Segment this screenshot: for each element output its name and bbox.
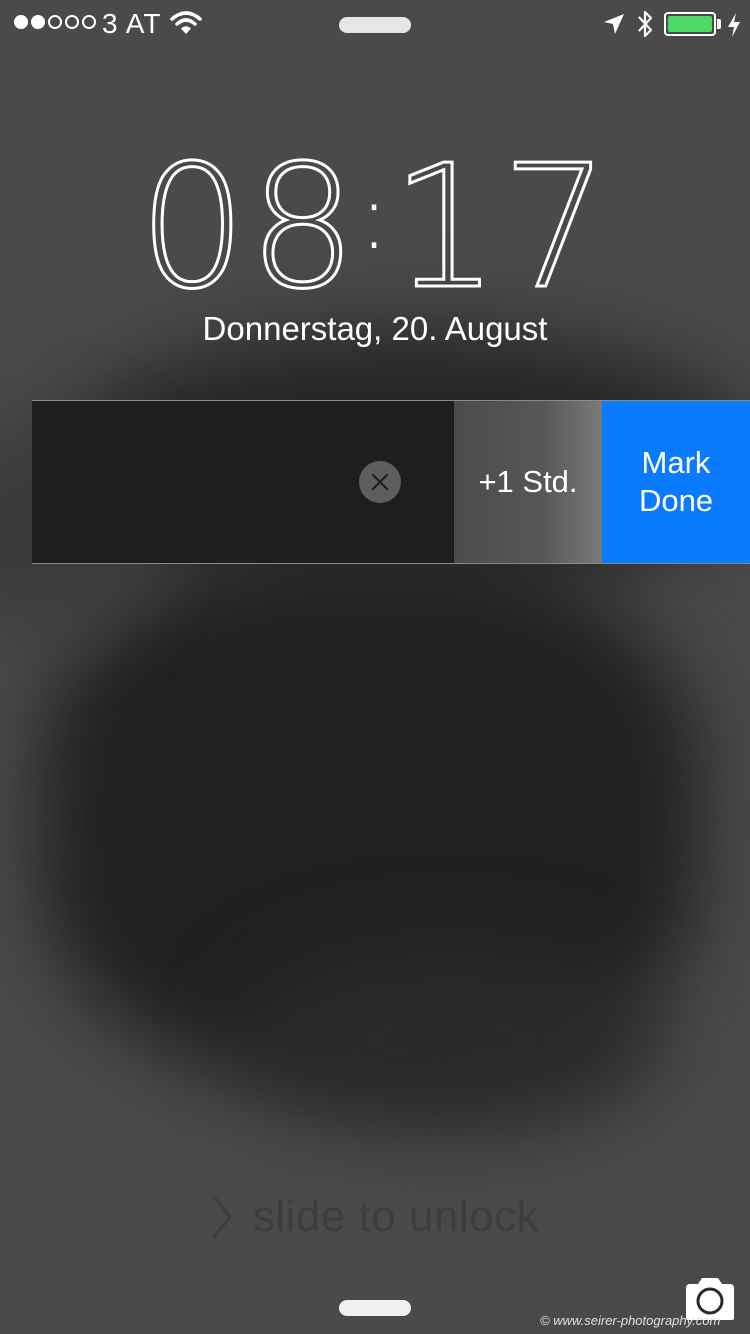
watermark: © www.seirer-photography.com — [540, 1313, 721, 1328]
signal-dot — [48, 15, 62, 29]
bluetooth-icon — [638, 10, 653, 38]
lock-date: Donnerstag, 20. August — [202, 310, 548, 347]
clear-notification-button[interactable] — [359, 461, 401, 503]
clock-minutes: 17 — [390, 129, 612, 327]
signal-dot — [82, 15, 96, 29]
battery-icon — [664, 12, 716, 36]
location-arrow-icon — [604, 14, 624, 34]
status-bar: 3 AT — [0, 0, 750, 50]
battery-nub — [717, 19, 721, 29]
wifi-icon — [170, 11, 202, 34]
signal-dot — [14, 15, 28, 29]
clock-separator: : — [358, 165, 392, 270]
signal-dot — [31, 15, 45, 29]
slide-to-unlock[interactable]: slide to unlock — [0, 1192, 750, 1245]
close-icon — [371, 473, 389, 491]
lock-screen: 3 AT 08:17 Donnerstag, 20. August +1 Std… — [0, 0, 750, 1334]
signal-dot — [65, 15, 79, 29]
carrier-name: 3 AT — [102, 8, 162, 39]
clock-hours: 08 — [137, 129, 359, 327]
pull-down-handle[interactable] — [339, 17, 411, 33]
done-label-line1: Mark — [641, 445, 711, 480]
lock-clock: 08:17 — [0, 128, 750, 320]
battery-fill — [668, 16, 712, 32]
mark-done-button[interactable]: Mark Done — [602, 401, 750, 563]
slide-to-unlock-label: slide to unlock — [252, 1192, 540, 1241]
divider — [32, 563, 750, 564]
snooze-button[interactable]: +1 Std. — [454, 401, 602, 563]
signal-strength — [14, 15, 96, 29]
done-label-line2: Done — [638, 483, 714, 518]
snooze-label: +1 Std. — [478, 464, 578, 499]
chevron-right-icon — [212, 1195, 232, 1239]
control-center-handle[interactable] — [339, 1300, 411, 1316]
charging-bolt-icon — [728, 13, 740, 37]
background-blur — [240, 950, 660, 1130]
